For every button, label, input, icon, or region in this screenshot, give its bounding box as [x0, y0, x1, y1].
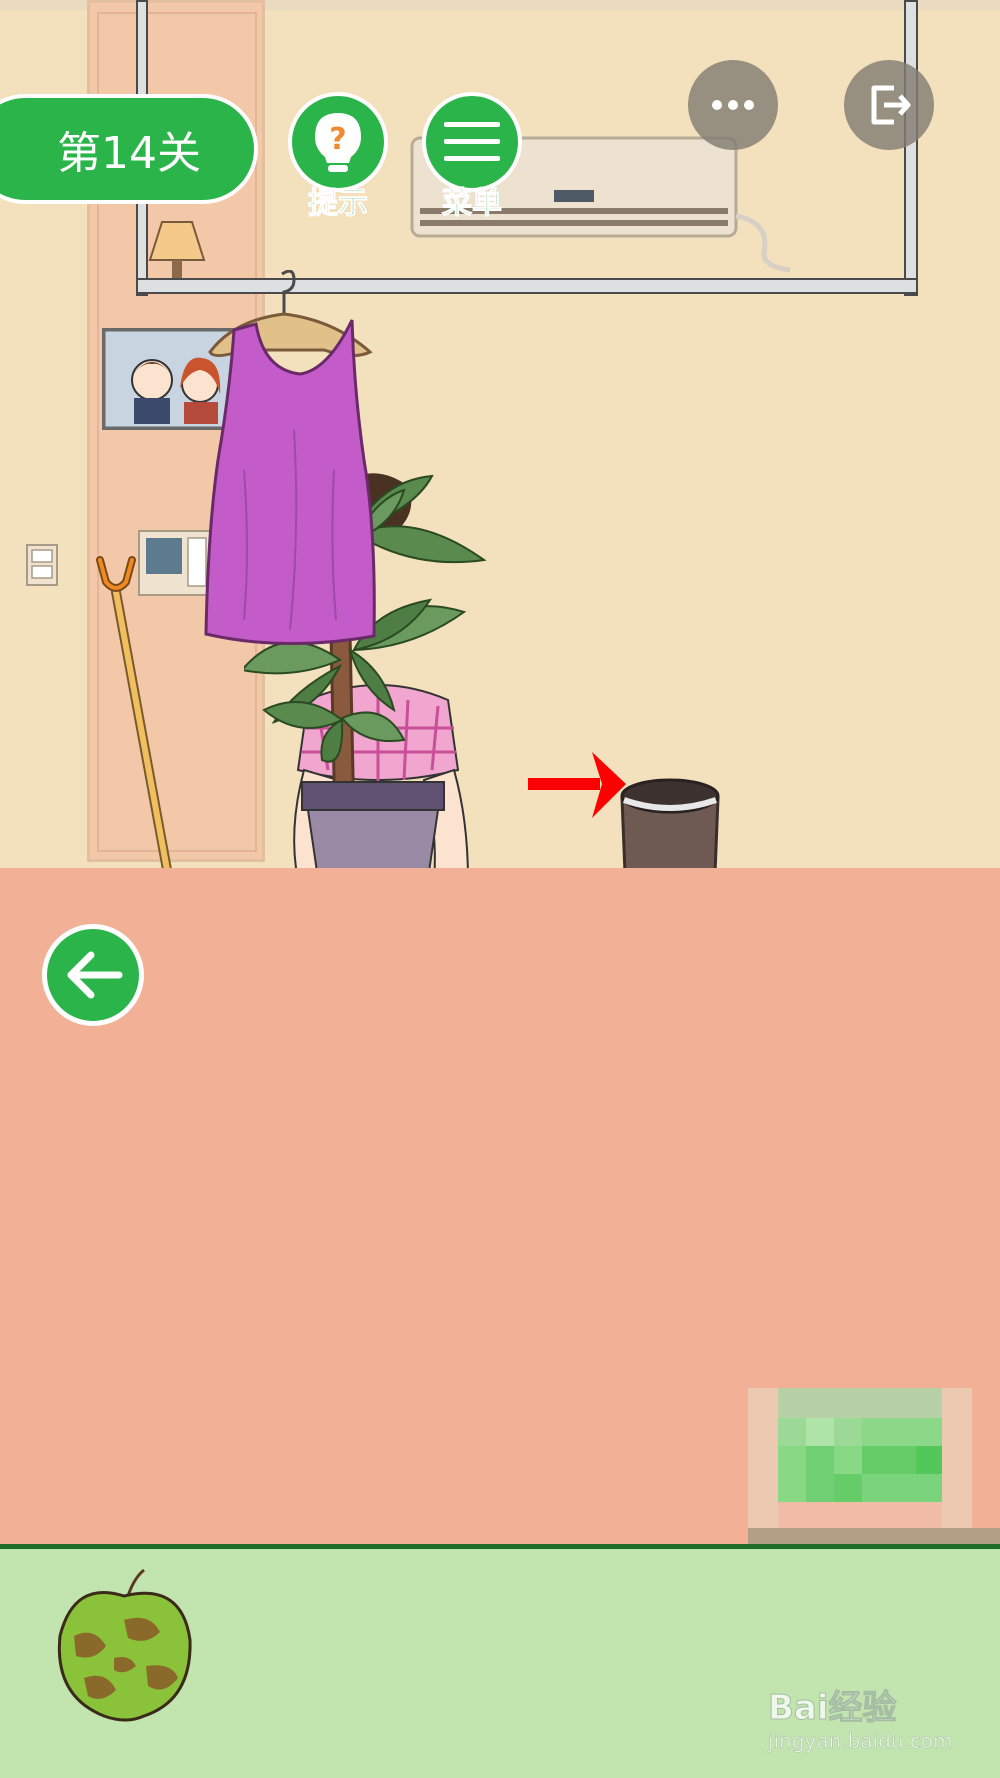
back-button[interactable]: [42, 924, 144, 1026]
pixelated-item[interactable]: [748, 1388, 1000, 1548]
watermark: Bai经验 jingyan.baidu.com: [768, 1680, 988, 1754]
inventory-item-apple[interactable]: [54, 1566, 196, 1726]
light-switch: [26, 544, 58, 586]
more-button[interactable]: [688, 60, 778, 150]
level-indicator: 第14关: [0, 94, 258, 204]
menu-label[interactable]: 菜单: [422, 178, 522, 222]
lightbulb-question-icon: ?: [315, 113, 361, 172]
level-label: 第14关: [57, 128, 201, 179]
hint-label[interactable]: 提示: [288, 178, 388, 222]
hint-button[interactable]: ?: [288, 92, 388, 192]
arrow-left-icon: [67, 951, 123, 999]
more-dots-icon: [712, 100, 754, 110]
wall-lamp: [148, 221, 206, 278]
exit-icon: [871, 85, 911, 125]
watermark-url: jingyan.baidu.com: [768, 1729, 953, 1754]
watermark-brand: Bai经验: [768, 1688, 898, 1729]
red-arrow-indicator: [528, 752, 626, 818]
exit-button[interactable]: [844, 60, 934, 150]
grabber-stick[interactable]: [92, 552, 182, 892]
purple-dress-on-hanger[interactable]: [204, 270, 388, 660]
svg-text:?: ?: [329, 122, 346, 157]
game-scene: Bai经验 jingyan.baidu.com 第14关 ? 提示 菜单: [0, 0, 1000, 1778]
hamburger-menu-icon: [444, 122, 500, 161]
rack-pole-right: [904, 0, 918, 296]
menu-button[interactable]: [422, 92, 522, 192]
